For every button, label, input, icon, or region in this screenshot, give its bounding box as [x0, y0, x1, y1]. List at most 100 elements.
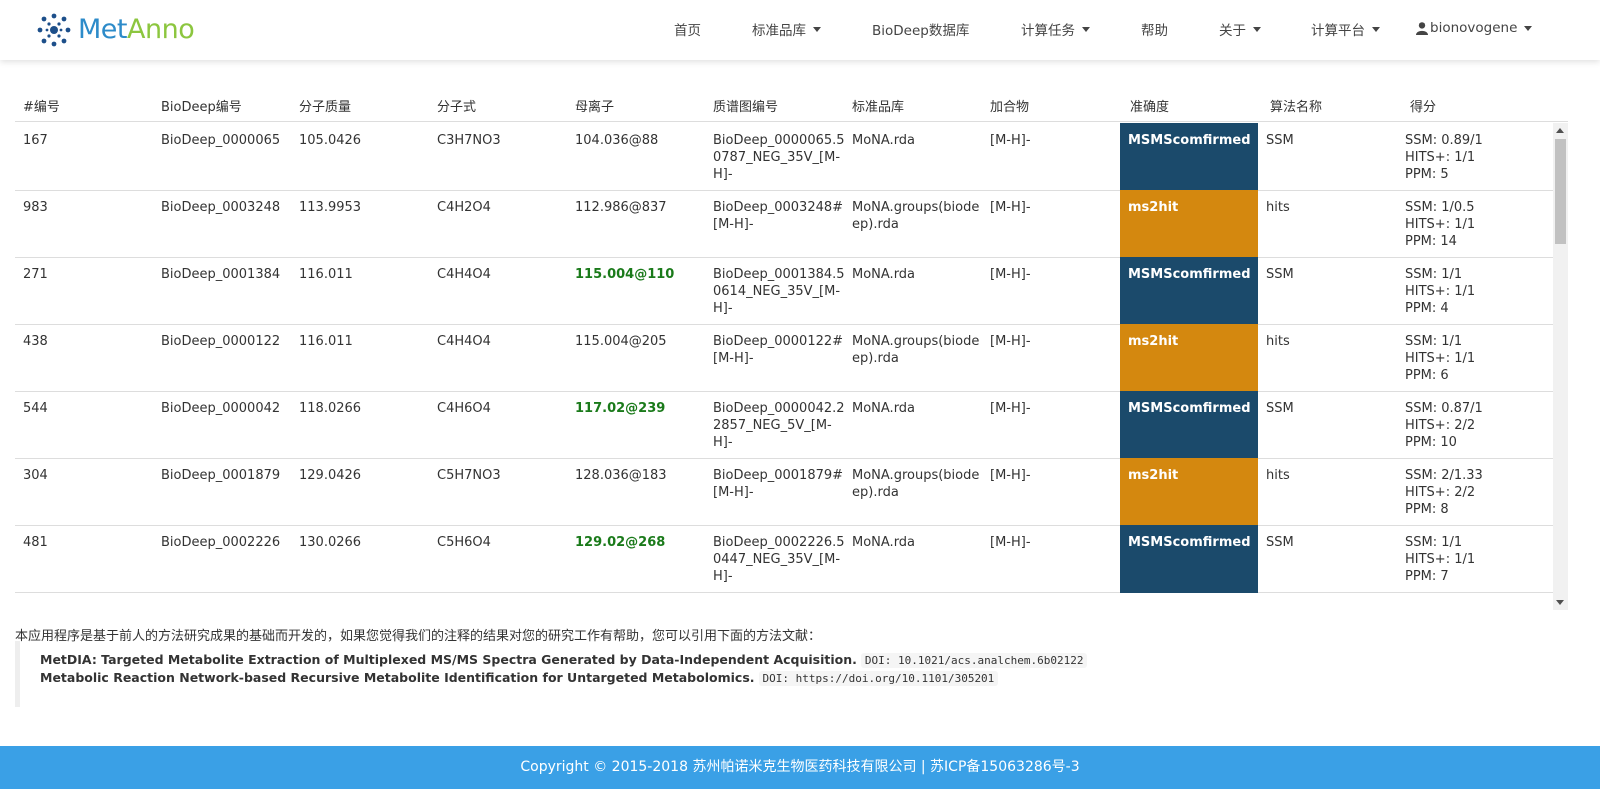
cell-library-line: MoNA.rda — [852, 401, 916, 416]
cell-spectrum-id-line: BioDeep_0001384.5 — [713, 267, 845, 282]
nav-help[interactable]: 帮助 — [1141, 0, 1168, 58]
cell-score: SSM: 1/1 HITS+: 1/1 PPM: 6 — [1405, 333, 1475, 384]
table-header: #编号 BioDeep编号 分子质量 分子式 母离子 质谱图编号 标准品库 加合… — [15, 86, 1568, 122]
table-body[interactable]: 167 BioDeep_0000065 105.0426 C3H7NO3 104.036… — [15, 123, 1568, 610]
cell-library: MoNA.groups(biode ep).rda — [852, 199, 979, 233]
molecule-logo-icon — [37, 13, 71, 47]
user-icon — [1416, 21, 1428, 35]
table-row[interactable]: 304 BioDeep_0001879 129.0426 C5H7NO3 128.036… — [15, 458, 1553, 526]
cell-precursor: 112.986@837 — [575, 200, 667, 215]
results-table: #编号 BioDeep编号 分子质量 分子式 母离子 质谱图编号 标准品库 加合… — [15, 86, 1568, 610]
table-row[interactable]: 983 BioDeep_0003248 113.9953 C4H2O4 112.986@… — [15, 190, 1553, 258]
cell-spectrum-id-line: [M-H]- — [713, 217, 754, 232]
cell-precursor: 115.004@205 — [575, 334, 667, 349]
cell-mass: 129.0426 — [299, 468, 362, 483]
cell-library-line: ep).rda — [852, 485, 899, 500]
cell-algorithm: SSM — [1266, 401, 1294, 416]
cell-score-line: SSM: 0.87/1 — [1405, 401, 1483, 416]
cell-library-line: ep).rda — [852, 351, 899, 366]
caret-down-icon — [1372, 26, 1380, 32]
nav-biodeep-db[interactable]: BioDeep数据库 — [872, 0, 969, 58]
nav-home[interactable]: 首页 — [674, 0, 701, 58]
table-row[interactable]: 271 BioDeep_0001384 116.011 C4H4O4 115.004@1… — [15, 257, 1553, 325]
table-scrollbar[interactable] — [1553, 123, 1568, 610]
cell-score-line: SSM: 0.89/1 — [1405, 133, 1483, 148]
scroll-down-arrow-icon[interactable] — [1556, 600, 1564, 605]
accuracy-badge: ms2hit — [1120, 458, 1258, 526]
cell-score-line: PPM: 4 — [1405, 301, 1449, 316]
brand-name-part1: Met — [78, 14, 128, 45]
column-header-accuracy[interactable]: 准确度 — [1130, 96, 1169, 115]
scrollbar-thumb[interactable] — [1555, 139, 1566, 244]
cell-spectrum-id-line: BioDeep_0003248# — [713, 200, 844, 215]
cell-id: 983 — [23, 200, 48, 215]
cell-spectrum-id: BioDeep_0000042.2 2857_NEG_5V_[M- H]- — [713, 400, 845, 451]
table-row[interactable]: 481 BioDeep_0002226 130.0266 C5H6O4 129.02@2… — [15, 525, 1553, 593]
cell-mass: 118.0266 — [299, 401, 362, 416]
cell-precursor: 115.004@110 — [575, 267, 675, 282]
nav-platform-dropdown[interactable]: 计算平台 — [1311, 0, 1380, 58]
cell-spectrum-id: BioDeep_0002226.5 0447_NEG_35V_[M- H]- — [713, 534, 845, 585]
nav-standards-dropdown[interactable]: 标准品库 — [752, 0, 821, 58]
column-header-precursor[interactable]: 母离子 — [575, 96, 614, 115]
column-header-adduct[interactable]: 加合物 — [990, 96, 1029, 115]
cell-adduct: [M-H]- — [990, 334, 1031, 349]
cell-score-line: HITS+: 1/1 — [1405, 552, 1476, 567]
cell-score-line: PPM: 14 — [1405, 234, 1457, 249]
cell-score-line: HITS+: 1/1 — [1405, 217, 1476, 232]
cell-id: 167 — [23, 133, 48, 148]
cell-spectrum-id: BioDeep_0001879# [M-H]- — [713, 467, 843, 501]
column-header-algorithm[interactable]: 算法名称 — [1270, 96, 1322, 115]
column-header-biodeep[interactable]: BioDeep编号 — [161, 96, 242, 115]
cell-library-line: ep).rda — [852, 217, 899, 232]
table-row[interactable]: 167 BioDeep_0000065 105.0426 C3H7NO3 104.036… — [15, 123, 1553, 191]
accuracy-badge: MSMScomfirmed — [1120, 391, 1258, 459]
table-row[interactable]: 438 BioDeep_0000122 116.011 C4H4O4 115.004@2… — [15, 324, 1553, 392]
cell-spectrum-id-line: H]- — [713, 569, 733, 584]
nav-user-dropdown[interactable]: bionovogene — [1416, 0, 1533, 57]
scroll-up-arrow-icon[interactable] — [1556, 128, 1564, 133]
cell-biodeep-id: BioDeep_0003248 — [161, 200, 281, 215]
column-header-formula[interactable]: 分子式 — [437, 96, 476, 115]
footer-copyright: Copyright © 2015-2018 苏州帕诺米克生物医药科技有限公司 |… — [520, 759, 1080, 775]
cell-precursor: 104.036@88 — [575, 133, 659, 148]
cell-score: SSM: 1/0.5 HITS+: 1/1 PPM: 14 — [1405, 199, 1475, 250]
cell-formula: C3H7NO3 — [437, 133, 501, 148]
nav-platform-label: 计算平台 — [1311, 23, 1365, 39]
cell-adduct: [M-H]- — [990, 267, 1031, 282]
cell-score-line: PPM: 7 — [1405, 569, 1449, 584]
nav-standards-label: 标准品库 — [752, 23, 806, 39]
cell-score-line: PPM: 6 — [1405, 368, 1449, 383]
cell-algorithm: hits — [1266, 468, 1290, 483]
column-header-score[interactable]: 得分 — [1410, 96, 1436, 115]
cell-score-line: HITS+: 1/1 — [1405, 284, 1476, 299]
cell-mass: 113.9953 — [299, 200, 362, 215]
cell-id: 481 — [23, 535, 48, 550]
cell-algorithm: hits — [1266, 334, 1290, 349]
cell-spectrum-id-line: BioDeep_0000042.2 — [713, 401, 845, 416]
column-header-library[interactable]: 标准品库 — [852, 96, 904, 115]
cell-spectrum-id-line: 2857_NEG_5V_[M- — [713, 418, 832, 433]
cell-spectrum-id-line: BioDeep_0000122# — [713, 334, 844, 349]
cell-score-line: HITS+: 1/1 — [1405, 351, 1476, 366]
cell-biodeep-id: BioDeep_0000065 — [161, 133, 281, 148]
nav-tasks-dropdown[interactable]: 计算任务 — [1021, 0, 1090, 58]
cell-spectrum-id-line: H]- — [713, 167, 733, 182]
nav-tasks-label: 计算任务 — [1021, 23, 1075, 39]
cell-score: SSM: 0.89/1 HITS+: 1/1 PPM: 5 — [1405, 132, 1483, 183]
column-header-spectrum[interactable]: 质谱图编号 — [713, 96, 778, 115]
cell-score-line: HITS+: 1/1 — [1405, 150, 1476, 165]
cell-library-line: MoNA.rda — [852, 267, 916, 282]
cell-score: SSM: 2/1.33 HITS+: 2/2 PPM: 8 — [1405, 467, 1483, 518]
column-header-id[interactable]: #编号 — [23, 96, 60, 115]
nav-about-dropdown[interactable]: 关于 — [1219, 0, 1261, 58]
cell-biodeep-id: BioDeep_0002226 — [161, 535, 281, 550]
table-row[interactable]: 544 BioDeep_0000042 118.0266 C4H6O4 117.02@2… — [15, 391, 1553, 459]
column-header-mass[interactable]: 分子质量 — [299, 96, 351, 115]
accuracy-badge: MSMScomfirmed — [1120, 123, 1258, 191]
caret-down-icon — [1524, 25, 1533, 31]
brand-logo[interactable]: MetAnno — [36, 11, 195, 49]
cell-adduct: [M-H]- — [990, 200, 1031, 215]
cell-adduct: [M-H]- — [990, 133, 1031, 148]
cell-algorithm: SSM — [1266, 133, 1294, 148]
